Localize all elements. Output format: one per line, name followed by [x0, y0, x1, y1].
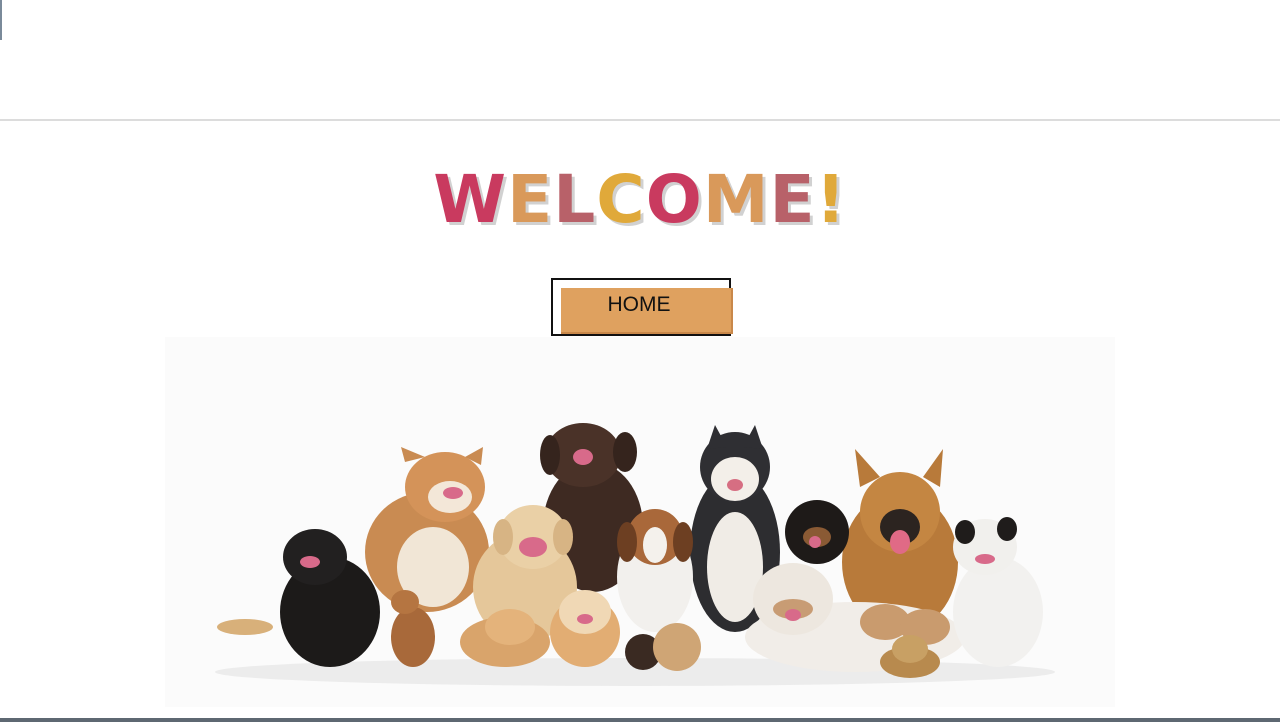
toy-dogs — [625, 623, 701, 671]
header-divider — [0, 119, 1280, 121]
shiba-dog — [365, 447, 489, 612]
french-bulldog-dog — [953, 517, 1043, 667]
pug-dog — [217, 529, 380, 667]
dogs-group-illustration — [215, 423, 1055, 686]
home-button[interactable]: HOME — [561, 288, 733, 334]
bottom-bar — [0, 718, 1280, 722]
welcome-letter: O — [645, 161, 703, 238]
welcome-letter: C — [596, 161, 646, 238]
welcome-letter: ! — [815, 161, 847, 238]
home-button-label: HOME — [607, 293, 671, 316]
welcome-letter: L — [553, 161, 597, 238]
top-bar — [0, 0, 1280, 120]
page: WELCOME! HOME — [0, 0, 1280, 722]
welcome-letter: E — [769, 161, 816, 238]
welcome-heading: WELCOME! — [433, 160, 846, 240]
dogs-hero-image — [165, 337, 1115, 707]
text-cursor — [0, 0, 2, 40]
welcome-letter: E — [507, 161, 554, 238]
welcome-letter: W — [433, 161, 508, 238]
black-spitz-dog — [785, 500, 849, 564]
beagle-dog — [617, 509, 693, 632]
welcome-heading-wrap: WELCOME! — [0, 160, 1280, 240]
welcome-letter: M — [702, 161, 770, 238]
